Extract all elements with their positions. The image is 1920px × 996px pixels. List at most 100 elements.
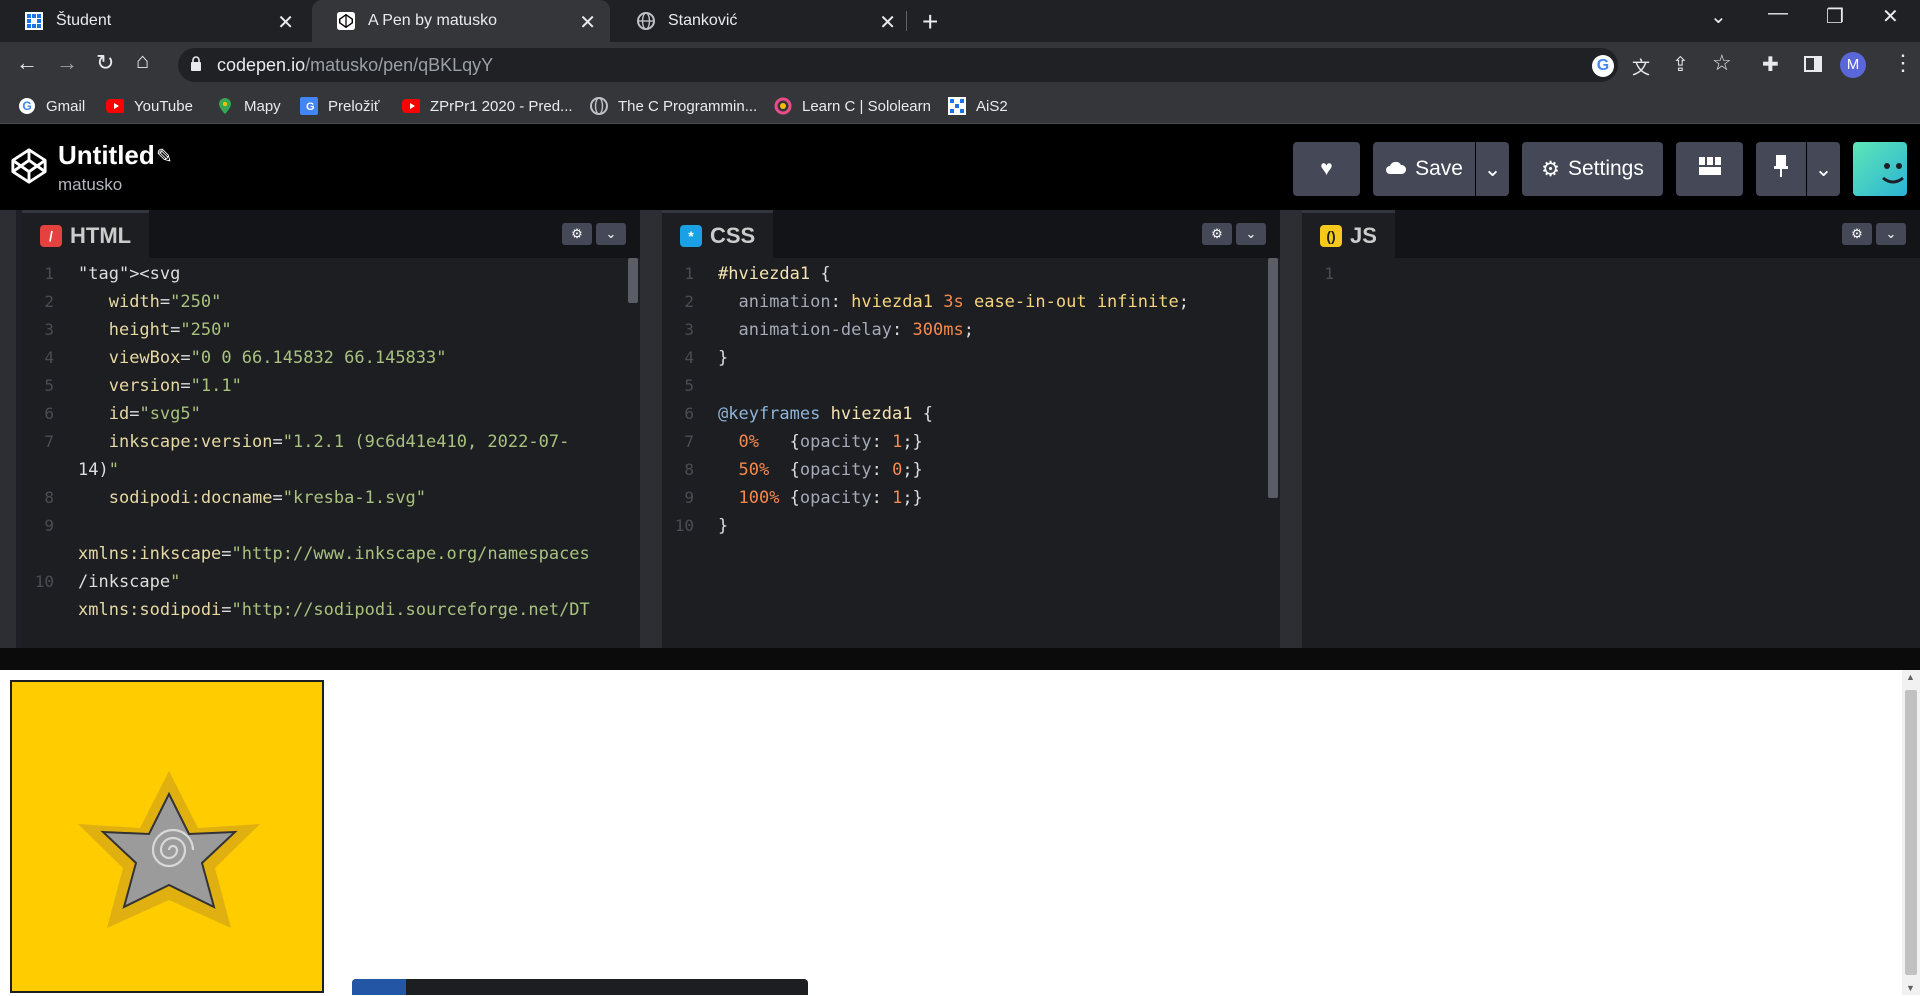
bookmark-youtube[interactable]: YouTube	[106, 97, 193, 115]
line-number: 6	[684, 404, 694, 423]
codepen-logo-icon[interactable]	[10, 147, 48, 185]
tab-css[interactable]: * CSS	[662, 210, 774, 258]
line-number: 4	[684, 348, 694, 367]
google-lens-icon[interactable]: G	[1592, 55, 1614, 77]
bookmark-prelozit[interactable]: G Preložiť	[300, 97, 379, 115]
bookmark-ais2[interactable]: AiS2	[948, 97, 1008, 115]
heart-icon: ♥	[1320, 157, 1333, 180]
bookmark-sololearn[interactable]: Learn C | Sololearn	[774, 97, 931, 115]
bookmark-zprpr1[interactable]: ZPrPr1 2020 - Pred...	[402, 97, 573, 115]
js-parens-icon: ()	[1320, 224, 1342, 247]
pencil-icon[interactable]: ✎	[156, 144, 173, 169]
youtube-icon	[106, 97, 124, 115]
code-line: inkscape:version="1.2.1 (9c6d41e410, 202…	[108, 432, 570, 452]
bookmark-star-icon[interactable]: ☆	[1712, 50, 1732, 76]
code-line: }	[718, 348, 729, 368]
tab-html[interactable]: / HTML	[22, 210, 150, 258]
globe-icon	[590, 97, 608, 115]
code-line: 14)"	[78, 460, 119, 480]
chrome-menu-icon[interactable]: ⋮	[1892, 50, 1914, 76]
save-label: Save	[1415, 157, 1463, 180]
pane-resizer[interactable]	[0, 210, 16, 648]
ais-icon	[948, 97, 966, 115]
pane-collapse-button[interactable]: ⌄	[1876, 223, 1906, 245]
console-button[interactable]	[352, 979, 406, 995]
new-tab-button[interactable]: +	[922, 6, 938, 38]
change-view-button[interactable]	[1676, 142, 1743, 196]
scroll-up-icon[interactable]: ▲	[1906, 672, 1915, 682]
user-avatar[interactable]	[1853, 142, 1907, 196]
close-icon[interactable]: ✕	[277, 10, 294, 35]
extensions-icon[interactable]: ✚	[1762, 52, 1779, 77]
chevron-down-icon: ⌄	[1814, 157, 1833, 181]
preview-resizer[interactable]	[0, 648, 1920, 670]
code-line: 50% {opacity: 0;}	[738, 460, 923, 480]
browser-tab-pen[interactable]: A Pen by matusko ✕	[312, 0, 610, 42]
bookmark-label: Learn C | Sololearn	[802, 97, 931, 115]
pane-resizer[interactable]	[640, 210, 662, 648]
close-icon[interactable]: ✕	[579, 10, 596, 35]
side-panel-icon[interactable]	[1804, 56, 1822, 72]
css-code-editor[interactable]: 1 2 3 4 5 6 7 8 9 10 #hviezda1 { animation: hviezd…	[662, 258, 1280, 648]
line-number: 3	[44, 320, 54, 339]
globe-icon	[636, 11, 656, 31]
code-line: animation: hviezda1 3s ease-in-out infin…	[738, 292, 1189, 312]
minimize-icon[interactable]: —	[1768, 2, 1788, 25]
lock-icon[interactable]	[190, 56, 202, 71]
pane-resizer[interactable]	[1280, 210, 1302, 648]
share-icon[interactable]: ⇪	[1672, 52, 1689, 77]
restore-icon[interactable]: ❐	[1826, 4, 1844, 29]
pane-settings-button[interactable]: ⚙	[1202, 223, 1232, 245]
bookmark-label: Preložiť	[328, 97, 380, 115]
layout-icon	[1698, 157, 1721, 181]
scrollbar-thumb[interactable]	[1905, 690, 1917, 975]
save-button[interactable]: Save	[1373, 142, 1475, 196]
line-number: 2	[44, 292, 54, 311]
html-code-editor[interactable]: 1 2 3 4 5 6 7 8 9 10 "tag"><svg width="250" height…	[22, 258, 640, 648]
scrollbar-thumb[interactable]	[1268, 258, 1278, 498]
forward-icon[interactable]: →	[56, 50, 78, 76]
tab-label: Študent	[56, 12, 112, 29]
save-dropdown-button[interactable]: ⌄	[1476, 142, 1509, 196]
preview-svg	[10, 680, 324, 993]
pane-collapse-button[interactable]: ⌄	[596, 223, 626, 245]
pin-dropdown-button[interactable]: ⌄	[1807, 142, 1840, 196]
window-close-icon[interactable]: ✕	[1882, 4, 1899, 29]
pane-settings-button[interactable]: ⚙	[1842, 223, 1872, 245]
url-text[interactable]: codepen.io/matusko/pen/qBKLqyY	[217, 55, 493, 76]
translate-page-icon[interactable]: 文	[1632, 54, 1650, 80]
profile-avatar[interactable]: M	[1840, 52, 1866, 78]
console-bar[interactable]	[352, 979, 808, 995]
pen-title[interactable]: Untitled	[58, 140, 155, 171]
pane-title: HTML	[70, 222, 132, 248]
cloud-icon	[1385, 157, 1407, 181]
pen-owner[interactable]: matusko	[58, 175, 122, 195]
pane-title: JS	[1350, 222, 1377, 248]
scroll-down-icon[interactable]: ▼	[1906, 983, 1915, 993]
tab-js[interactable]: () JS	[1302, 210, 1395, 258]
js-code-editor[interactable]: 1	[1302, 258, 1920, 648]
bookmark-gmail[interactable]: G Gmail	[18, 97, 85, 115]
back-icon[interactable]: ←	[16, 50, 38, 76]
love-button[interactable]: ♥	[1293, 142, 1360, 196]
code-line: /inkscape"	[78, 572, 181, 592]
bookmark-c-programming[interactable]: The C Programmin...	[590, 97, 757, 115]
browser-tab-student[interactable]: Študent ✕	[0, 0, 308, 42]
pin-icon	[1774, 155, 1788, 183]
sololearn-icon	[774, 97, 792, 115]
svg-text:G: G	[306, 101, 315, 113]
close-icon[interactable]: ✕	[879, 10, 896, 35]
tab-search-icon[interactable]: ⌄	[1710, 4, 1727, 29]
tab-separator	[906, 11, 907, 31]
settings-button[interactable]: ⚙ Settings	[1522, 142, 1663, 196]
reload-icon[interactable]: ↻	[96, 50, 114, 76]
home-icon[interactable]: ⌂	[136, 48, 149, 74]
pin-button[interactable]	[1756, 142, 1806, 196]
scrollbar-thumb[interactable]	[628, 258, 638, 303]
browser-tab-stankovic[interactable]: Stanković ✕	[612, 0, 910, 42]
pane-settings-button[interactable]: ⚙	[562, 223, 592, 245]
code-line: xmlns:inkscape="http://www.inkscape.org/…	[78, 544, 590, 564]
bookmark-mapy[interactable]: Mapy	[216, 97, 281, 115]
pane-collapse-button[interactable]: ⌄	[1236, 223, 1266, 245]
preview-scrollbar[interactable]: ▲ ▼	[1902, 670, 1920, 995]
